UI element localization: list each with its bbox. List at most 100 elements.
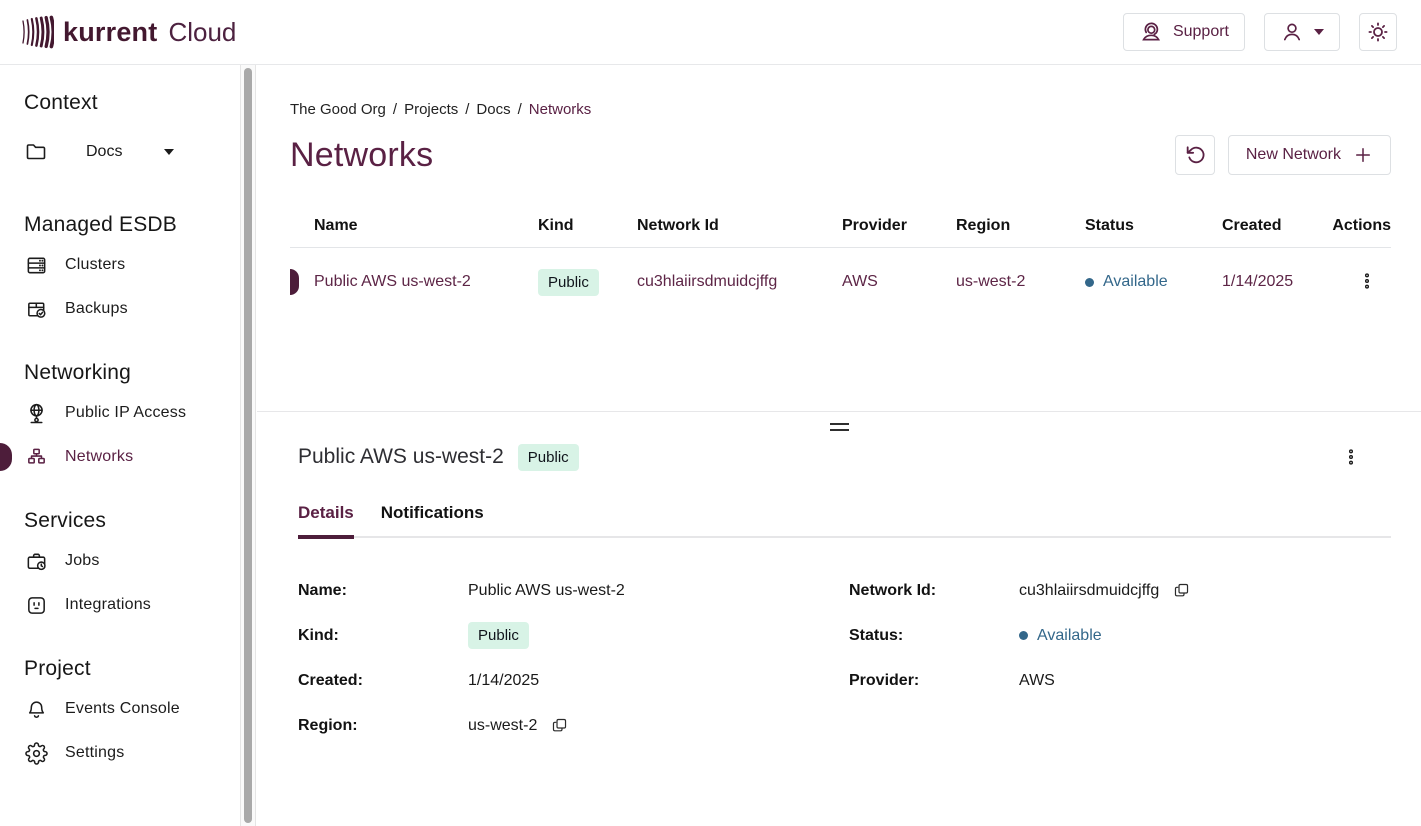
- field-label: Created:: [298, 672, 468, 690]
- backups-icon: [24, 297, 48, 321]
- kebab-menu-icon: [1342, 445, 1360, 469]
- sidebar-item-settings[interactable]: Settings: [24, 731, 240, 775]
- detail-actions-menu-button[interactable]: [1339, 444, 1363, 470]
- network-detail-panel: Public AWS us-west-2 Public Details Noti…: [257, 411, 1421, 826]
- table-row[interactable]: Public AWS us-west-2 Public cu3hlaiirsdm…: [290, 248, 1391, 316]
- field-network-id: Network Id: cu3hlaiirsdmuidcjffg: [849, 568, 1190, 613]
- context-selected-project: Docs: [86, 143, 122, 161]
- sidebar-heading-context: Context: [24, 91, 240, 115]
- row-actions: [1330, 268, 1391, 297]
- status-label: Available: [1037, 627, 1102, 645]
- sidebar-scrollbar[interactable]: [240, 65, 256, 826]
- kebab-menu-icon: [1358, 270, 1376, 292]
- sidebar: Context Docs Managed ESDB Clusters: [0, 65, 240, 826]
- folder-icon: [24, 140, 48, 164]
- support-label: Support: [1173, 23, 1229, 41]
- sidebar-scrollbar-thumb[interactable]: [244, 68, 252, 823]
- new-network-button[interactable]: New Network: [1228, 135, 1391, 175]
- breadcrumb-org[interactable]: The Good Org: [290, 101, 386, 118]
- breadcrumb-project[interactable]: Docs: [476, 101, 510, 118]
- field-kind: Kind: Public: [298, 613, 849, 658]
- sidebar-item-events-console[interactable]: Events Console: [24, 687, 240, 731]
- detail-fields: Name: Public AWS us-west-2 Kind: Public …: [298, 568, 1391, 748]
- table-header-row: Name Kind Network Id Provider Region Sta…: [290, 217, 1391, 248]
- field-status: Status: Available: [849, 613, 1190, 658]
- theme-toggle-button[interactable]: [1359, 13, 1397, 51]
- kurrent-waveform-icon: [20, 14, 54, 50]
- kurrent-cloud-logo[interactable]: kurrent Cloud: [20, 14, 236, 50]
- public-ip-access-icon: [24, 401, 48, 425]
- tab-details[interactable]: Details: [298, 503, 354, 536]
- sidebar-item-jobs[interactable]: Jobs: [24, 539, 240, 583]
- context-project-selector[interactable]: Docs: [24, 129, 240, 175]
- sidebar-item-clusters[interactable]: Clusters: [24, 243, 240, 287]
- status-dot: [1085, 278, 1094, 287]
- networks-icon: [24, 445, 48, 469]
- copy-network-id-button[interactable]: [1173, 582, 1190, 599]
- breadcrumb-separator: /: [465, 101, 469, 118]
- row-provider: AWS: [842, 273, 956, 291]
- column-header-created: Created: [1222, 217, 1330, 235]
- row-status: Available: [1085, 273, 1222, 291]
- breadcrumb: The Good Org/Projects/Docs/Networks: [290, 101, 1391, 119]
- sidebar-item-label: Public IP Access: [65, 404, 186, 422]
- selected-row-indicator: [290, 269, 299, 295]
- breadcrumb-separator: /: [393, 101, 397, 118]
- sidebar-heading-networking: Networking: [24, 361, 240, 385]
- field-label: Network Id:: [849, 582, 1019, 600]
- copy-region-button[interactable]: [551, 717, 568, 734]
- breadcrumb-projects[interactable]: Projects: [404, 101, 458, 118]
- new-network-label: New Network: [1246, 146, 1341, 164]
- column-header-region: Region: [956, 217, 1085, 235]
- sidebar-item-backups[interactable]: Backups: [24, 287, 240, 331]
- topbar-actions: Support: [1123, 13, 1397, 51]
- chevron-down-icon: [1314, 29, 1324, 35]
- main-content: The Good Org / Projects / Docs / Networks Netw…: [257, 65, 1421, 826]
- kind-badge: Public: [468, 622, 529, 649]
- sidebar-heading-project: Project: [24, 657, 240, 681]
- row-network-id: cu3hlaiirsdmuidcjffg: [637, 273, 842, 291]
- networks-list-section: The Good Org / Projects / Docs / Networks Netw…: [257, 65, 1421, 411]
- app-root: kurrent Cloud Support: [0, 0, 1421, 826]
- tab-notifications[interactable]: Notifications: [381, 503, 484, 536]
- page-title: Networks: [290, 136, 433, 175]
- sun-icon: [1366, 20, 1390, 44]
- sidebar-item-label: Networks: [65, 448, 133, 466]
- column-header-kind: Kind: [538, 217, 637, 235]
- row-name[interactable]: Public AWS us-west-2: [314, 273, 538, 291]
- panel-resize-handle[interactable]: [830, 423, 849, 431]
- row-actions-menu-button[interactable]: [1355, 268, 1379, 294]
- column-header-provider: Provider: [842, 217, 956, 235]
- field-name: Name: Public AWS us-west-2: [298, 568, 849, 613]
- field-label: Region:: [298, 717, 468, 735]
- active-item-indicator: [0, 443, 12, 471]
- sidebar-heading-managed-esdb: Managed ESDB: [24, 213, 240, 237]
- status-label: Available: [1103, 273, 1168, 291]
- sidebar-item-integrations[interactable]: Integrations: [24, 583, 240, 627]
- field-label: Name:: [298, 582, 468, 600]
- chevron-down-icon: [164, 149, 174, 155]
- gear-icon: [24, 741, 48, 765]
- column-header-name: Name: [314, 217, 538, 235]
- bell-icon: [24, 697, 48, 721]
- sidebar-item-label: Integrations: [65, 596, 151, 614]
- sidebar-heading-services: Services: [24, 509, 240, 533]
- sidebar-item-label: Backups: [65, 300, 128, 318]
- jobs-icon: [24, 549, 48, 573]
- field-provider: Provider: AWS: [849, 658, 1190, 703]
- clusters-icon: [24, 253, 48, 277]
- sidebar-item-label: Events Console: [65, 700, 180, 718]
- support-button[interactable]: Support: [1123, 13, 1245, 51]
- user-menu-button[interactable]: [1264, 13, 1340, 51]
- field-value: cu3hlaiirsdmuidcjffg: [1019, 582, 1159, 600]
- copy-icon: [551, 717, 568, 734]
- detail-title: Public AWS us-west-2: [298, 445, 504, 469]
- refresh-button[interactable]: [1175, 135, 1215, 175]
- breadcrumb-separator: /: [518, 101, 522, 118]
- sidebar-item-networks[interactable]: Networks: [24, 435, 240, 479]
- sidebar-item-label: Settings: [65, 744, 124, 762]
- sidebar-item-public-ip-access[interactable]: Public IP Access: [24, 391, 240, 435]
- detail-kind-badge: Public: [518, 444, 579, 471]
- column-header-network-id: Network Id: [637, 217, 842, 235]
- row-region: us-west-2: [956, 273, 1085, 291]
